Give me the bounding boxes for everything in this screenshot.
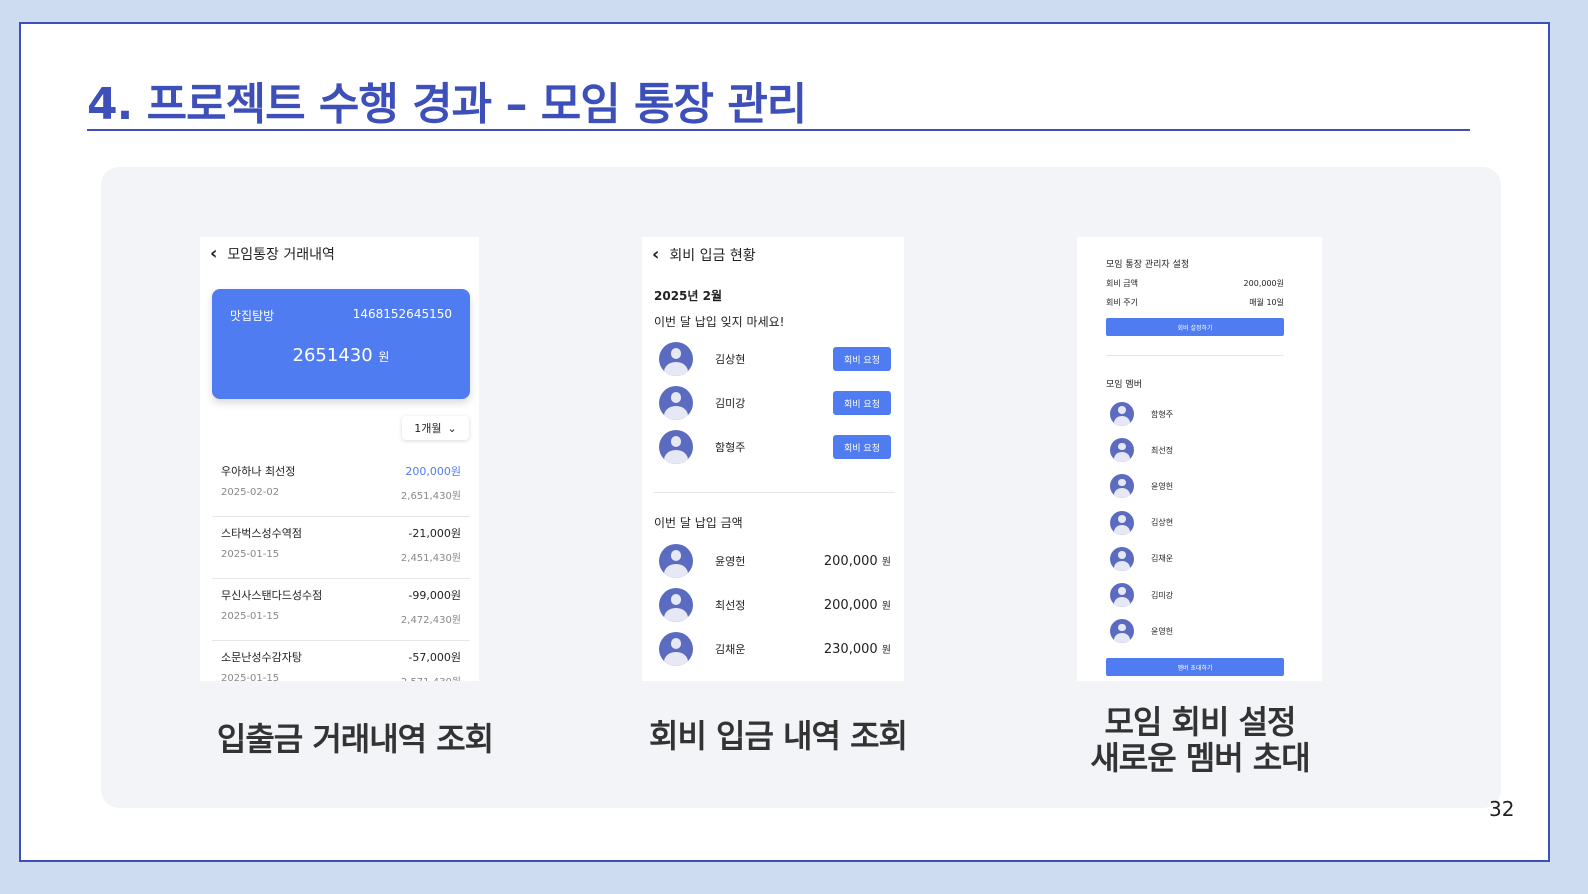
caption-fee-status: 회비 입금 내역 조회	[649, 717, 908, 755]
month-label: 2025년 2월	[654, 289, 723, 303]
screen-header: ‹ 모임통장 거래내역	[210, 243, 335, 264]
transaction-amount: -57,000원	[408, 651, 461, 664]
paid-amount: 200,000 원	[823, 598, 891, 613]
fee-cycle-row: 회비 주기 매월 10일	[1106, 298, 1284, 307]
member-name: 최선정	[715, 599, 746, 612]
period-value: 1개월	[414, 422, 442, 435]
transaction-amount: 200,000원	[405, 465, 461, 478]
page-number: 32	[1489, 797, 1515, 821]
unpaid-member-row: 함형주 회비 요청	[659, 430, 891, 464]
transaction-history-screen: ‹ 모임통장 거래내역 맛집탐방 1468152645150 2651430 원…	[200, 237, 479, 681]
avatar-icon	[659, 632, 693, 666]
request-fee-button[interactable]: 회비 요청	[833, 435, 891, 459]
transaction-row[interactable]: 우아하나 최선정 200,000원 2025-02-02 2,651,430원	[212, 455, 470, 517]
transaction-row[interactable]: 스타벅스성수역점 -21,000원 2025-01-15 2,451,430원	[212, 517, 470, 579]
header-title: 회비 입금 현황	[669, 247, 756, 264]
account-number: 1468152645150	[352, 307, 452, 321]
member-name: 최선정	[1151, 445, 1174, 455]
invite-member-button[interactable]: 멤버 초대하기	[1106, 658, 1284, 676]
member-row[interactable]: 함형주	[1110, 402, 1173, 426]
avatar-icon	[1110, 474, 1134, 499]
member-row[interactable]: 김채운	[1110, 546, 1174, 571]
member-row[interactable]: 최선정	[1110, 438, 1174, 463]
caption-admin: 모임 회비 설정 새로운 멤버 초대	[1090, 703, 1310, 777]
transaction-list: 우아하나 최선정 200,000원 2025-02-02 2,651,430원스타벅스…	[212, 455, 470, 681]
member-name: 김상현	[1151, 518, 1174, 528]
account-name: 맛집탐방	[230, 309, 275, 323]
section-divider	[1106, 355, 1284, 356]
transaction-date: 2025-01-15	[221, 611, 280, 622]
slide-title: 4. 프로젝트 수행 경과 – 모임 통장 관리	[87, 79, 807, 130]
transaction-balance: 2,651,430원	[400, 491, 461, 502]
request-fee-button[interactable]: 회비 요청	[833, 347, 891, 371]
period-dropdown[interactable]: 1개월 ⌄	[402, 416, 469, 440]
transaction-row[interactable]: 소문난성수감자탕 -57,000원 2025-01-15 2,571,430원	[212, 641, 470, 681]
avatar-icon	[1110, 546, 1134, 571]
screen-header: ‹ 회비 입금 현황	[652, 244, 756, 265]
transaction-name: 소문난성수감자탕	[221, 651, 302, 664]
unpaid-member-row: 김미강 회비 요청	[659, 386, 891, 420]
transaction-name: 우아하나 최선정	[221, 465, 296, 478]
avatar-icon	[659, 386, 693, 420]
member-name: 윤영헌	[1151, 481, 1174, 491]
member-row[interactable]: 김미강	[1110, 583, 1173, 607]
member-row[interactable]: 윤영헌	[1110, 474, 1174, 499]
chevron-left-icon[interactable]: ‹	[210, 243, 217, 264]
paid-member-row: 최선정 200,000 원	[659, 588, 891, 622]
member-name: 함형주	[715, 441, 746, 454]
chevron-left-icon[interactable]: ‹	[652, 244, 659, 265]
admin-settings-screen: 모임 통장 관리자 설정 회비 금액 200,000원 회비 주기 매월 10일 회…	[1077, 237, 1322, 681]
unpaid-member-row: 김상현 회비 요청	[659, 342, 891, 376]
avatar-icon	[1110, 438, 1134, 463]
member-name: 윤영헌	[715, 555, 746, 568]
set-fee-button[interactable]: 회비 설정하기	[1106, 318, 1284, 336]
member-name: 윤영헌	[1151, 626, 1174, 636]
caption-transactions: 입출금 거래내역 조회	[216, 720, 494, 758]
transaction-name: 무신사스탠다드성수점	[221, 589, 323, 602]
fee-amount-row: 회비 금액 200,000원	[1106, 279, 1284, 288]
header-title: 모임통장 거래내역	[227, 246, 335, 263]
account-card[interactable]: 맛집탐방 1468152645150 2651430 원	[212, 289, 470, 399]
member-name: 김미강	[1151, 590, 1174, 600]
account-balance: 2651430 원	[292, 345, 390, 366]
paid-member-row: 김채운 230,000 원	[659, 632, 891, 666]
transaction-balance: 2,571,430원	[401, 673, 461, 681]
transaction-amount: -21,000원	[408, 527, 461, 540]
paid-amount: 200,000 원	[823, 554, 891, 569]
member-name: 함형주	[1151, 409, 1174, 419]
member-name: 김채운	[715, 643, 746, 656]
member-name: 김채운	[1151, 554, 1174, 564]
avatar-icon	[1110, 619, 1134, 644]
transaction-date: 2025-01-15	[221, 549, 280, 560]
avatar-icon	[1110, 402, 1134, 426]
reminder-text: 이번 달 납입 잊지 마세요!	[654, 315, 785, 329]
member-name: 김상현	[715, 353, 746, 366]
members-title: 모임 멤버	[1106, 380, 1142, 390]
paid-member-row: 윤영헌 200,000 원	[659, 544, 891, 578]
transaction-balance: 2,472,430원	[400, 615, 461, 626]
paid-section-title: 이번 달 납입 금액	[654, 516, 743, 530]
request-fee-button[interactable]: 회비 요청	[833, 391, 891, 415]
avatar-icon	[659, 342, 693, 376]
avatar-icon	[1110, 583, 1134, 607]
transaction-date: 2025-01-15	[221, 673, 280, 681]
transaction-balance: 2,451,430원	[400, 553, 461, 564]
member-name: 김미강	[715, 397, 746, 410]
avatar-icon	[659, 588, 693, 622]
title-divider	[87, 129, 1470, 131]
member-row[interactable]: 김상현	[1110, 510, 1174, 535]
section-divider	[654, 492, 895, 493]
settings-title: 모임 통장 관리자 설정	[1106, 260, 1190, 270]
fee-status-screen: ‹ 회비 입금 현황 2025년 2월 이번 달 납입 잊지 마세요! 김상현회…	[642, 237, 904, 681]
avatar-icon	[659, 430, 693, 464]
transaction-name: 스타벅스성수역점	[221, 527, 302, 540]
transaction-amount: -99,000원	[408, 589, 461, 602]
avatar-icon	[1110, 510, 1134, 535]
transaction-row[interactable]: 무신사스탠다드성수점 -99,000원 2025-01-15 2,472,430원	[212, 579, 470, 641]
paid-amount: 230,000 원	[823, 642, 891, 657]
member-row[interactable]: 윤영헌	[1110, 619, 1174, 644]
transaction-date: 2025-02-02	[221, 487, 280, 498]
avatar-icon	[659, 544, 693, 578]
chevron-down-icon: ⌄	[447, 421, 457, 435]
